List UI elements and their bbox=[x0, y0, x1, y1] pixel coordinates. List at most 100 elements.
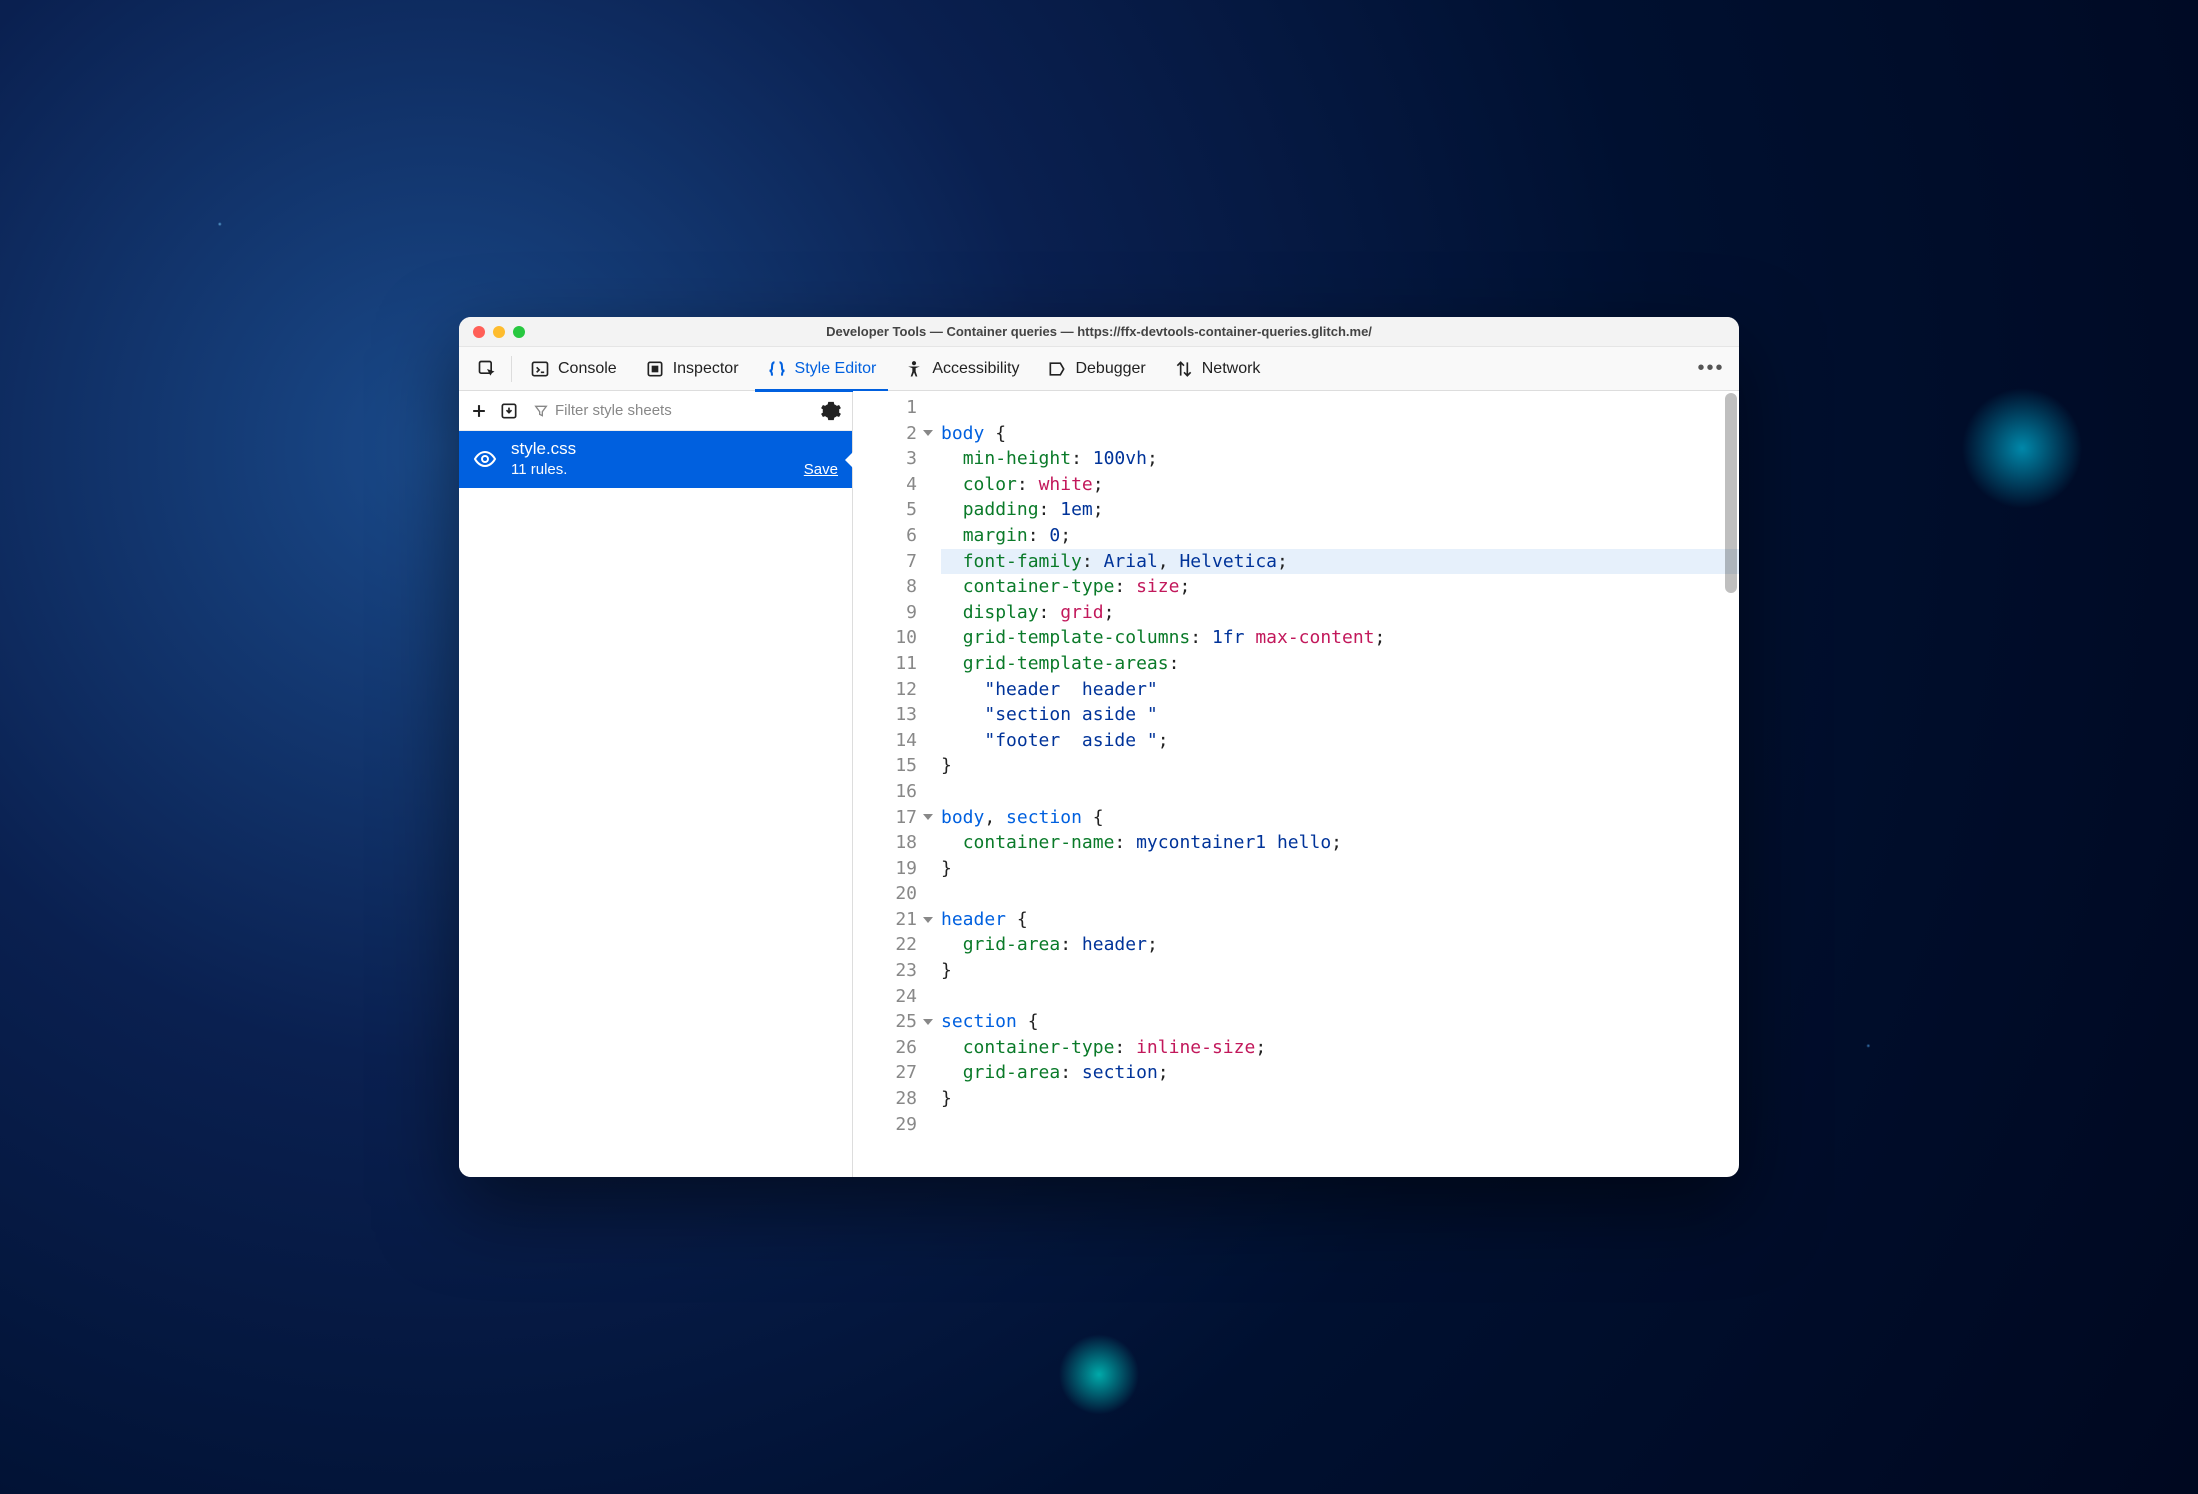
line-number: 9 bbox=[853, 600, 927, 626]
stylesheet-rules: 11 rules. bbox=[511, 461, 790, 478]
fold-toggle-icon[interactable] bbox=[923, 1019, 933, 1025]
line-number: 15 bbox=[853, 753, 927, 779]
stylesheet-name: style.css bbox=[511, 439, 790, 459]
code-line[interactable]: grid-template-areas: bbox=[941, 651, 1739, 677]
new-stylesheet-button[interactable] bbox=[469, 401, 489, 421]
code-line[interactable]: "header header" bbox=[941, 677, 1739, 703]
code-line[interactable]: header { bbox=[941, 907, 1739, 933]
minimize-window-button[interactable] bbox=[493, 326, 505, 338]
fold-toggle-icon[interactable] bbox=[923, 430, 933, 436]
maximize-window-button[interactable] bbox=[513, 326, 525, 338]
code-line[interactable]: min-height: 100vh; bbox=[941, 446, 1739, 472]
code-line[interactable]: grid-area: header; bbox=[941, 932, 1739, 958]
titlebar: Developer Tools — Container queries — ht… bbox=[459, 317, 1739, 347]
code-line[interactable]: } bbox=[941, 856, 1739, 882]
code-line[interactable]: body, section { bbox=[941, 805, 1739, 831]
tab-console-label: Console bbox=[558, 360, 617, 378]
code-line[interactable]: } bbox=[941, 958, 1739, 984]
tab-debugger-label: Debugger bbox=[1075, 360, 1145, 378]
line-number: 28 bbox=[853, 1086, 927, 1112]
sidebar-toolbar: Filter style sheets bbox=[459, 391, 852, 431]
tab-accessibility-label: Accessibility bbox=[932, 360, 1019, 378]
tab-network[interactable]: Network bbox=[1162, 353, 1273, 385]
filter-stylesheets-input[interactable]: Filter style sheets bbox=[529, 402, 810, 419]
line-number: 26 bbox=[853, 1035, 927, 1061]
line-number: 11 bbox=[853, 651, 927, 677]
line-number: 17 bbox=[853, 805, 927, 831]
line-number: 22 bbox=[853, 932, 927, 958]
code-line[interactable]: "footer aside "; bbox=[941, 728, 1739, 754]
close-window-button[interactable] bbox=[473, 326, 485, 338]
stylesheet-item[interactable]: style.css 11 rules. Save bbox=[459, 431, 852, 488]
fold-toggle-icon[interactable] bbox=[923, 814, 933, 820]
code-line[interactable] bbox=[941, 779, 1739, 805]
code-line[interactable]: grid-area: section; bbox=[941, 1060, 1739, 1086]
content: Filter style sheets style.css 11 rules. … bbox=[459, 391, 1739, 1177]
line-number: 27 bbox=[853, 1060, 927, 1086]
code-line[interactable]: body { bbox=[941, 421, 1739, 447]
line-number: 6 bbox=[853, 523, 927, 549]
tab-inspector-label: Inspector bbox=[673, 360, 739, 378]
separator bbox=[511, 356, 512, 382]
code-line[interactable]: "section aside " bbox=[941, 702, 1739, 728]
code-line[interactable] bbox=[941, 984, 1739, 1010]
line-number: 23 bbox=[853, 958, 927, 984]
code-line[interactable]: color: white; bbox=[941, 472, 1739, 498]
line-number: 7 bbox=[853, 549, 927, 575]
line-gutter: 1234567891011121314151617181920212223242… bbox=[853, 391, 927, 1177]
code-line[interactable] bbox=[941, 881, 1739, 907]
pick-element-button[interactable] bbox=[469, 353, 505, 385]
line-number: 3 bbox=[853, 446, 927, 472]
settings-button[interactable] bbox=[820, 400, 842, 422]
code-line[interactable] bbox=[941, 395, 1739, 421]
tab-debugger[interactable]: Debugger bbox=[1035, 353, 1157, 385]
fold-toggle-icon[interactable] bbox=[923, 917, 933, 923]
line-number: 12 bbox=[853, 677, 927, 703]
line-number: 16 bbox=[853, 779, 927, 805]
line-number: 1 bbox=[853, 395, 927, 421]
eye-icon[interactable] bbox=[473, 447, 497, 471]
tab-inspector[interactable]: Inspector bbox=[633, 353, 751, 385]
code-line[interactable]: grid-template-columns: 1fr max-content; bbox=[941, 625, 1739, 651]
gear-icon bbox=[820, 400, 842, 422]
code-line[interactable] bbox=[941, 1112, 1739, 1138]
line-number: 29 bbox=[853, 1112, 927, 1138]
line-number: 18 bbox=[853, 830, 927, 856]
scrollbar-thumb[interactable] bbox=[1725, 393, 1737, 593]
line-number: 24 bbox=[853, 984, 927, 1010]
line-number: 21 bbox=[853, 907, 927, 933]
line-number: 19 bbox=[853, 856, 927, 882]
code-line[interactable]: display: grid; bbox=[941, 600, 1739, 626]
line-number: 14 bbox=[853, 728, 927, 754]
tab-style-editor-label: Style Editor bbox=[795, 360, 877, 378]
code-line[interactable]: section { bbox=[941, 1009, 1739, 1035]
code-line[interactable]: } bbox=[941, 753, 1739, 779]
tab-network-label: Network bbox=[1202, 360, 1261, 378]
line-number: 10 bbox=[853, 625, 927, 651]
filter-icon bbox=[533, 403, 549, 419]
code-line[interactable]: } bbox=[941, 1086, 1739, 1112]
line-number: 20 bbox=[853, 881, 927, 907]
code-line[interactable]: padding: 1em; bbox=[941, 497, 1739, 523]
line-number: 25 bbox=[853, 1009, 927, 1035]
window-title: Developer Tools — Container queries — ht… bbox=[459, 324, 1739, 339]
code-line[interactable]: container-type: inline-size; bbox=[941, 1035, 1739, 1061]
line-number: 13 bbox=[853, 702, 927, 728]
sidebar: Filter style sheets style.css 11 rules. … bbox=[459, 391, 853, 1177]
code-line[interactable]: container-name: mycontainer1 hello; bbox=[941, 830, 1739, 856]
stylesheet-text: style.css 11 rules. bbox=[511, 439, 790, 478]
tab-console[interactable]: Console bbox=[518, 353, 629, 385]
save-link[interactable]: Save bbox=[804, 461, 838, 478]
toolbar: Console Inspector Style Editor Accessibi… bbox=[459, 347, 1739, 391]
code-area[interactable]: body { min-height: 100vh; color: white; … bbox=[927, 391, 1739, 1177]
import-stylesheet-button[interactable] bbox=[499, 401, 519, 421]
line-number: 8 bbox=[853, 574, 927, 600]
overflow-menu-button[interactable]: ••• bbox=[1693, 353, 1729, 385]
code-editor[interactable]: 1234567891011121314151617181920212223242… bbox=[853, 391, 1739, 1177]
line-number: 2 bbox=[853, 421, 927, 447]
code-line[interactable]: container-type: size; bbox=[941, 574, 1739, 600]
code-line[interactable]: font-family: Arial, Helvetica; bbox=[941, 549, 1739, 575]
tab-style-editor[interactable]: Style Editor bbox=[755, 353, 889, 385]
code-line[interactable]: margin: 0; bbox=[941, 523, 1739, 549]
tab-accessibility[interactable]: Accessibility bbox=[892, 353, 1031, 385]
